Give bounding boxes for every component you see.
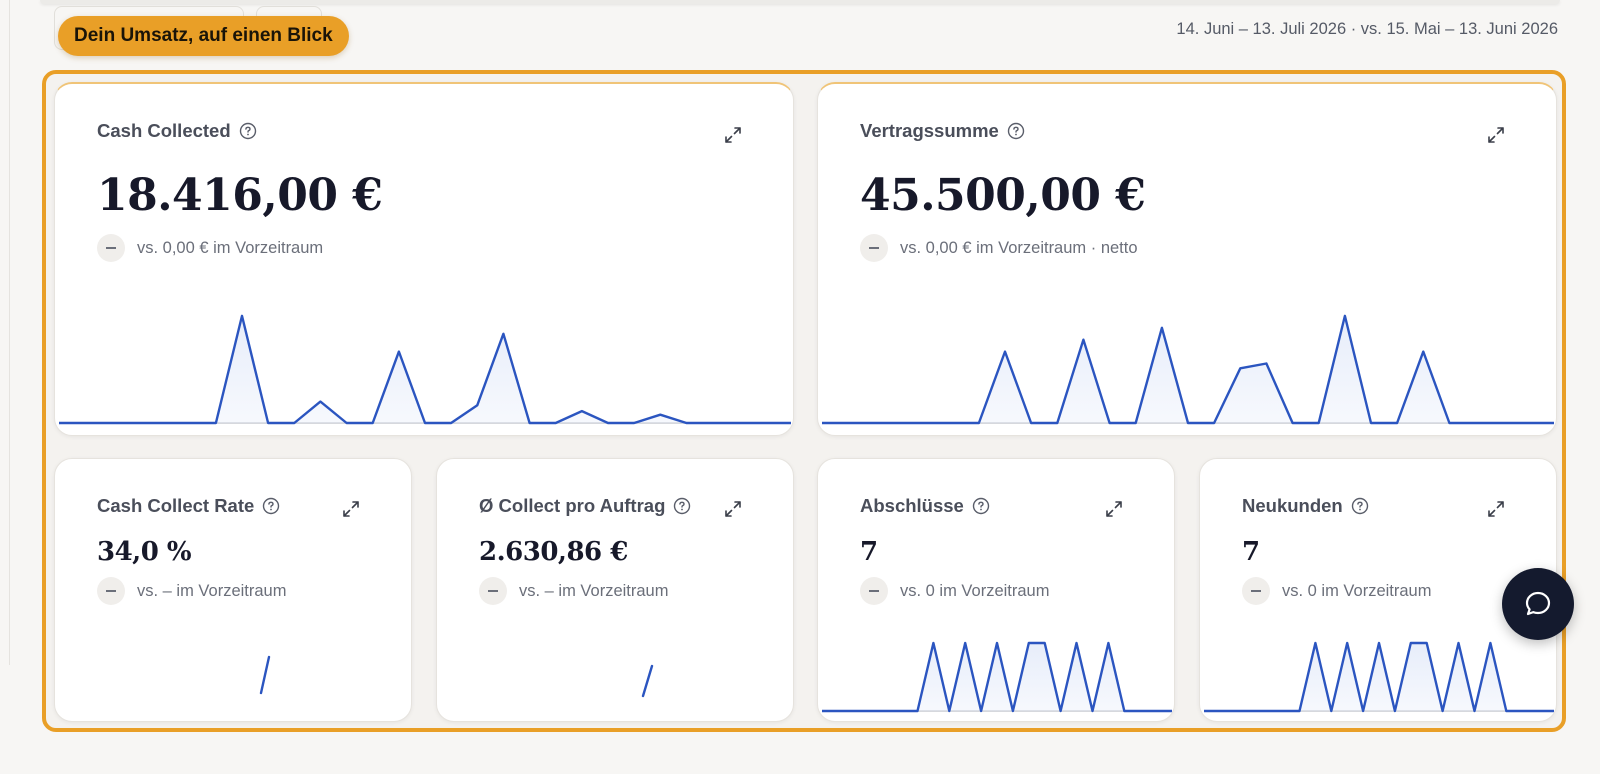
- sparkline-area: [1204, 643, 1554, 711]
- expand-icon[interactable]: [1104, 499, 1124, 519]
- metric-value: 2.630,86 €: [479, 537, 628, 567]
- expand-icon[interactable]: [1486, 499, 1506, 519]
- sparkline-chart: [259, 655, 271, 695]
- help-circle-icon[interactable]: [239, 122, 257, 140]
- card-header: Cash Collect Rate: [97, 495, 280, 517]
- card-abschluesse: Abschlüsse 7 vs. 0 im Vorzeitraum: [817, 458, 1175, 722]
- expand-icon[interactable]: [723, 499, 743, 519]
- help-circle-icon[interactable]: [673, 497, 691, 515]
- neutral-trend-icon: [860, 234, 888, 262]
- card-title: Ø Collect pro Auftrag: [479, 495, 666, 516]
- chat-button[interactable]: [1502, 568, 1574, 640]
- card-title: Abschlüsse: [860, 495, 964, 516]
- comparison-row: vs. – im Vorzeitraum: [479, 577, 668, 605]
- chat-bubble-icon: [1525, 591, 1551, 616]
- card-header: Neukunden: [1242, 495, 1369, 517]
- sparkline-segment: [259, 655, 271, 695]
- sidebar-edge: [9, 0, 10, 665]
- card-header: Vertragssumme: [860, 120, 1025, 142]
- card-collect-pro-auftrag: Ø Collect pro Auftrag 2.630,86 € vs. – i…: [436, 458, 794, 722]
- card-title: Neukunden: [1242, 495, 1343, 516]
- card-cash-collected: Cash Collected 18.416,00 € vs. 0,00 € im…: [54, 82, 794, 436]
- comparison-row: vs. 0,00 € im Vorzeitraum · netto: [860, 234, 1138, 262]
- comparison-row: vs. – im Vorzeitraum: [97, 577, 286, 605]
- neutral-trend-icon: [479, 577, 507, 605]
- top-panel-edge: [40, 0, 1560, 4]
- card-header: Cash Collected: [97, 120, 257, 142]
- neutral-trend-icon: [860, 577, 888, 605]
- neutral-trend-icon: [97, 577, 125, 605]
- help-circle-icon[interactable]: [972, 497, 990, 515]
- sparkline-area: [822, 643, 1172, 711]
- sparkline-chart: [59, 314, 791, 425]
- sparkline-segment: [641, 664, 654, 698]
- sparkline-chart: [822, 641, 1172, 713]
- card-vertragssumme: Vertragssumme 45.500,00 € vs. 0,00 € im …: [817, 82, 1557, 436]
- section-badge: Dein Umsatz, auf einen Blick: [58, 16, 349, 56]
- date-range: 14. Juni – 13. Juli 2026 · vs. 15. Mai –…: [1176, 20, 1558, 38]
- comparison-row: vs. 0 im Vorzeitraum: [1242, 577, 1431, 605]
- comparison-text: vs. 0 im Vorzeitraum: [900, 581, 1050, 600]
- expand-icon[interactable]: [723, 125, 743, 145]
- metric-value: 18.416,00 €: [97, 170, 383, 221]
- metric-value: 34,0 %: [97, 537, 192, 567]
- sparkline-chart: [641, 664, 654, 698]
- card-header: Ø Collect pro Auftrag: [479, 495, 691, 517]
- metric-value: 7: [1242, 537, 1260, 567]
- metric-value: 45.500,00 €: [860, 170, 1146, 221]
- sparkline-line: [822, 314, 1554, 425]
- expand-icon[interactable]: [1486, 125, 1506, 145]
- card-neukunden: Neukunden 7 vs. 0 im Vorzeitraum: [1199, 458, 1557, 722]
- comparison-text: vs. 0,00 € im Vorzeitraum: [137, 238, 324, 257]
- card-cash-collect-rate: Cash Collect Rate 34,0 % vs. – im Vorzei…: [54, 458, 412, 722]
- comparison-row: vs. 0,00 € im Vorzeitraum: [97, 234, 323, 262]
- comparison-text: vs. 0,00 € im Vorzeitraum · netto: [900, 238, 1138, 257]
- metric-value: 7: [860, 537, 878, 567]
- card-header: Abschlüsse: [860, 495, 990, 517]
- comparison-text: vs. – im Vorzeitraum: [137, 581, 287, 600]
- help-circle-icon[interactable]: [262, 497, 280, 515]
- neutral-trend-icon: [1242, 577, 1270, 605]
- help-circle-icon[interactable]: [1351, 497, 1369, 515]
- comparison-text: vs. – im Vorzeitraum: [519, 581, 669, 600]
- card-title: Cash Collect Rate: [97, 495, 255, 516]
- sparkline-line: [59, 314, 791, 425]
- sparkline-area: [59, 315, 791, 423]
- sparkline-chart: [1204, 641, 1554, 713]
- help-circle-icon[interactable]: [1007, 122, 1025, 140]
- comparison-text: vs. 0 im Vorzeitraum: [1282, 581, 1432, 600]
- card-title: Vertragssumme: [860, 120, 999, 141]
- comparison-row: vs. 0 im Vorzeitraum: [860, 577, 1049, 605]
- expand-icon[interactable]: [341, 499, 361, 519]
- neutral-trend-icon: [97, 234, 125, 262]
- card-title: Cash Collected: [97, 120, 231, 141]
- sparkline-chart: [822, 314, 1554, 425]
